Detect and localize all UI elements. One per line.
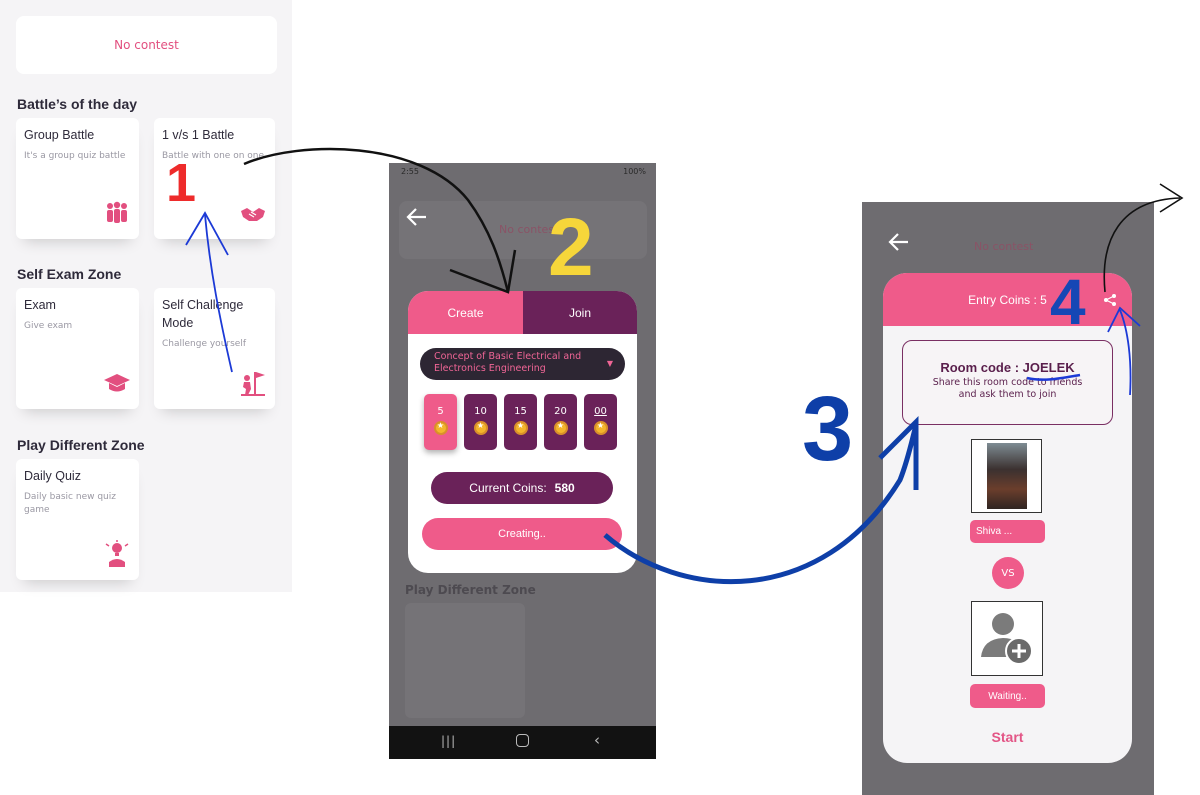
step-label-3: 3 (802, 378, 854, 480)
step-label-4: 4 (1050, 266, 1086, 338)
step-label-1: 1 (166, 153, 197, 213)
step-label-2: 2 (548, 202, 594, 293)
annotation-arrows (185, 147, 1184, 585)
